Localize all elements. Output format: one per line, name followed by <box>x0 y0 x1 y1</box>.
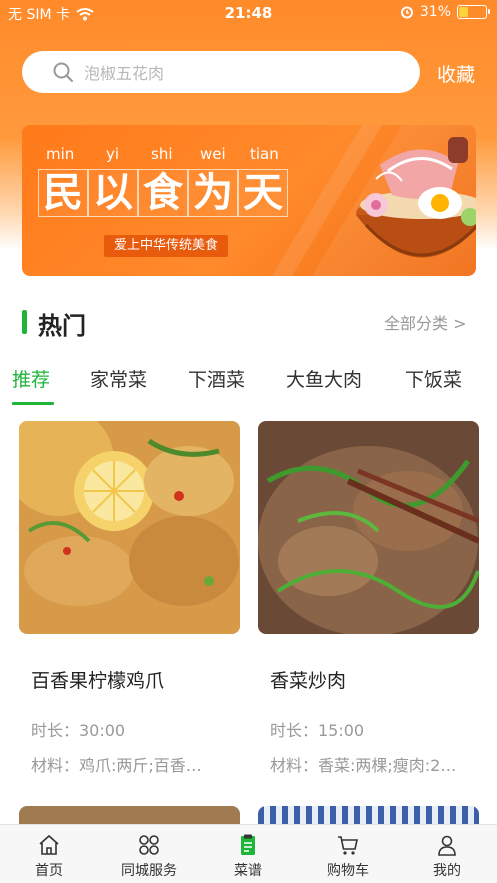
active-tab-indicator <box>12 402 54 405</box>
recipe-photo <box>258 421 479 634</box>
battery-icon <box>457 5 490 19</box>
banner-char: 以 <box>88 169 138 217</box>
banner-title: 民 以 食 为 天 <box>38 169 288 217</box>
promo-banner[interactable]: min yi shi wei tian 民 以 食 为 天 爱上中华传统美食 <box>22 125 476 276</box>
cart-icon <box>338 836 358 855</box>
nav-label: 首页 <box>35 863 63 879</box>
search-input[interactable]: 泡椒五花肉 <box>22 51 420 93</box>
banner-subtitle: 爱上中华传统美食 <box>104 235 229 257</box>
recipe-duration: 时长：30:00 <box>31 721 126 740</box>
tab-fish-meat[interactable]: 大鱼大肉 <box>286 365 362 392</box>
recipe-card-partial[interactable] <box>258 806 479 826</box>
food-bowl-illustration <box>356 137 476 258</box>
search-icon <box>53 62 73 82</box>
banner-char: 民 <box>38 169 88 217</box>
grid-icon <box>139 835 159 855</box>
battery-percent: 31% <box>419 4 451 20</box>
banner-char: 为 <box>188 169 238 217</box>
user-icon <box>438 835 456 856</box>
banner-char: 天 <box>238 169 288 217</box>
nav-label: 同城服务 <box>121 863 177 879</box>
recipe-title: 香菜炒肉 <box>270 670 347 692</box>
recipe-card[interactable]: 百香果柠檬鸡爪 时长：30:00 材料：鸡爪:两斤;百香… <box>19 421 240 775</box>
all-categories-link[interactable]: 全部分类 > <box>384 310 467 334</box>
section-marker <box>22 310 27 334</box>
pinyin-2: yi <box>106 145 120 163</box>
nav-label: 购物车 <box>327 863 369 879</box>
nav-local-services[interactable]: 同城服务 <box>104 825 194 883</box>
banner-char: 食 <box>138 169 188 217</box>
recipe-card[interactable]: 香菜炒肉 时长：15:00 材料：香菜:两棵;瘦肉:2… <box>258 421 479 775</box>
pinyin-5: tian <box>250 145 279 163</box>
category-tabs: 推荐 家常菜 下酒菜 大鱼大肉 下饭菜 <box>0 365 497 405</box>
recipe-photo <box>19 421 240 634</box>
recipe-duration: 时长：15:00 <box>270 721 365 740</box>
favorites-button[interactable]: 收藏 <box>437 60 475 87</box>
bottom-navigation: 首页 同城服务 菜谱 购物车 我的 <box>0 824 497 883</box>
nav-cart[interactable]: 购物车 <box>303 825 393 883</box>
pinyin-1: min <box>46 145 75 163</box>
recipe-icon <box>241 834 255 855</box>
alarm-icon <box>400 6 413 19</box>
tab-recommended[interactable]: 推荐 <box>12 365 50 392</box>
status-bar: 无 SIM 卡 21:48 31% <box>0 0 497 26</box>
search-placeholder: 泡椒五花肉 <box>84 64 165 83</box>
nav-label: 菜谱 <box>234 863 262 879</box>
recipe-ingredients: 材料：鸡爪:两斤;百香… <box>31 756 202 775</box>
recipe-ingredients: 材料：香菜:两棵;瘦肉:2… <box>270 756 457 775</box>
section-title: 热门 <box>38 312 86 340</box>
tab-rice-dishes[interactable]: 下饭菜 <box>405 365 462 392</box>
tab-bar-snacks[interactable]: 下酒菜 <box>188 365 245 392</box>
pinyin-3: shi <box>151 145 173 163</box>
home-icon <box>39 834 59 855</box>
nav-home[interactable]: 首页 <box>4 825 94 883</box>
pinyin-4: wei <box>200 145 226 163</box>
nav-profile[interactable]: 我的 <box>402 825 492 883</box>
nav-label: 我的 <box>433 863 461 879</box>
recipe-title: 百香果柠檬鸡爪 <box>31 670 165 692</box>
battery-level <box>459 7 468 17</box>
recipe-card-partial[interactable] <box>19 806 240 826</box>
tab-home-cooking[interactable]: 家常菜 <box>90 365 147 392</box>
nav-recipes[interactable]: 菜谱 <box>203 825 293 883</box>
